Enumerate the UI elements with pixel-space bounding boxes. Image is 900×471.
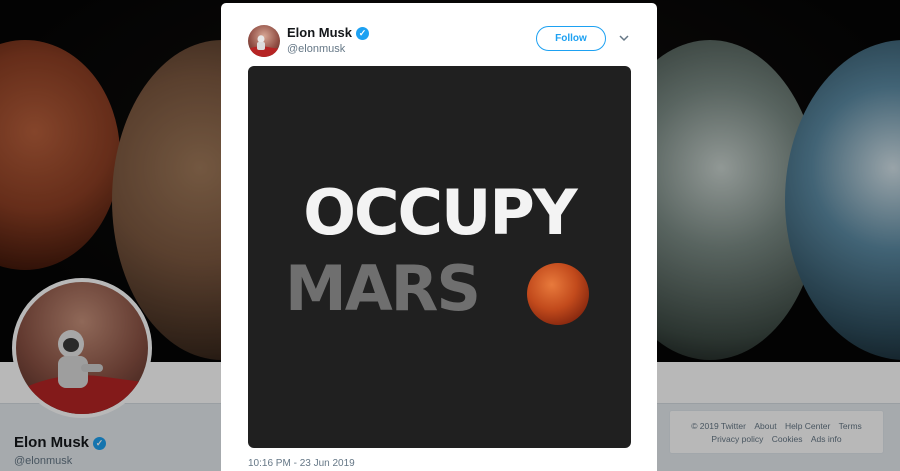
tweet-author-avatar[interactable] <box>248 25 280 57</box>
image-text-mars: MARS <box>285 252 481 325</box>
astronaut-icon <box>248 35 280 57</box>
tweet-modal: Elon Musk ✓ @elonmusk Follow OCCUPY MARS … <box>221 3 657 471</box>
tweet-author-name-text[interactable]: Elon Musk <box>287 25 352 40</box>
image-text-occupy: OCCUPY <box>303 176 577 249</box>
verified-badge-icon: ✓ <box>356 27 370 40</box>
follow-button[interactable]: Follow <box>536 26 606 51</box>
tweet-image[interactable]: OCCUPY MARS <box>248 66 631 448</box>
tweet-author-name[interactable]: Elon Musk ✓ <box>287 25 370 40</box>
chevron-down-icon[interactable] <box>619 34 629 42</box>
mars-planet-icon <box>527 263 589 325</box>
tweet-author-handle[interactable]: @elonmusk <box>287 43 345 55</box>
tweet-timestamp[interactable]: 10:16 PM - 23 Jun 2019 <box>248 458 355 469</box>
